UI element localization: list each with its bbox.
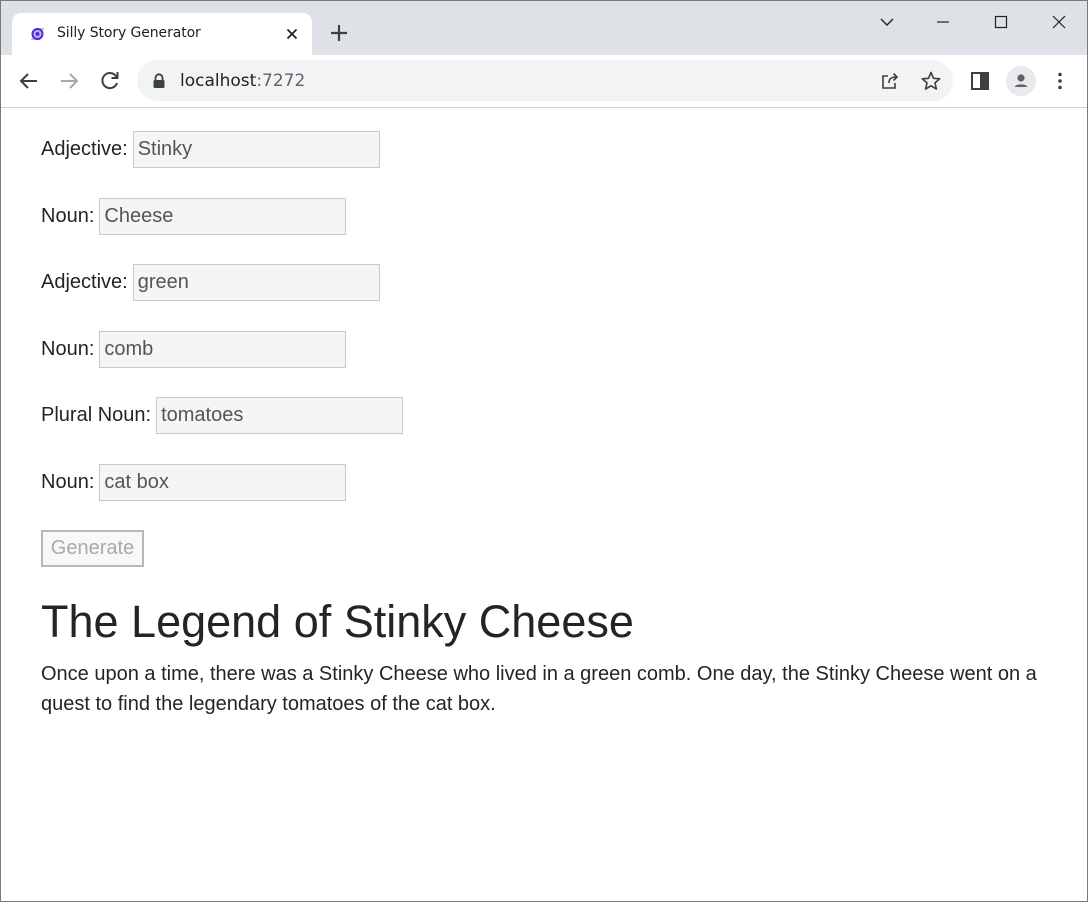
browser-toolbar: localhost:7272 — [1, 55, 1087, 108]
more-vert-icon[interactable] — [1048, 69, 1072, 93]
maximize-icon[interactable] — [988, 9, 1014, 35]
url-text[interactable]: localhost:7272 — [180, 71, 305, 91]
tab-title: Silly Story Generator — [57, 25, 201, 41]
profile-button[interactable] — [1006, 66, 1036, 96]
close-tab-icon[interactable] — [284, 26, 300, 42]
adjective-field-1: Adjective: — [41, 131, 380, 168]
blazor-favicon-icon — [31, 28, 44, 40]
address-bar[interactable]: localhost:7272 — [137, 60, 953, 101]
adjective-input[interactable] — [132, 131, 380, 168]
noun-input[interactable] — [99, 198, 347, 235]
noun-label: Noun: — [41, 471, 95, 493]
browser-window: Silly Story Generator localhost:7272 Adj… — [0, 0, 1088, 902]
noun-label: Noun: — [41, 205, 95, 227]
noun-field-3: Noun: — [41, 464, 347, 501]
close-window-icon[interactable] — [1046, 9, 1072, 35]
star-icon[interactable] — [920, 70, 942, 92]
lock-icon[interactable] — [152, 73, 166, 89]
minimize-icon[interactable] — [930, 9, 956, 35]
url-host: localhost — [180, 71, 257, 91]
tab-search-chevron-down-icon[interactable] — [874, 9, 900, 35]
new-tab-plus-icon[interactable] — [327, 21, 351, 45]
adjective-label: Adjective: — [41, 138, 128, 160]
adjective-input[interactable] — [132, 264, 380, 301]
noun-input[interactable] — [99, 331, 347, 368]
adjective-field-2: Adjective: — [41, 264, 380, 301]
noun-field-2: Noun: — [41, 331, 347, 368]
adjective-label: Adjective: — [41, 271, 128, 293]
share-icon[interactable] — [879, 70, 901, 92]
story-text: Once upon a time, there was a Stinky Che… — [41, 663, 1037, 715]
noun-label: Noun: — [41, 338, 95, 360]
tab-strip: Silly Story Generator — [1, 1, 1087, 55]
url-port: :7272 — [256, 71, 306, 91]
noun-input[interactable] — [99, 464, 347, 501]
page-content: Adjective: Noun: Adjective: Noun: Plural… — [1, 108, 1087, 901]
plural-noun-input[interactable] — [156, 397, 404, 434]
noun-field-1: Noun: — [41, 198, 347, 235]
forward-arrow-icon[interactable] — [56, 68, 82, 94]
back-arrow-icon[interactable] — [16, 68, 42, 94]
browser-tab[interactable]: Silly Story Generator — [12, 13, 312, 55]
reload-icon[interactable] — [97, 68, 123, 94]
profile-icon — [1011, 71, 1031, 91]
side-panel-icon[interactable] — [968, 69, 992, 93]
plural-noun-label: Plural Noun: — [41, 404, 152, 426]
plural-noun-field: Plural Noun: — [41, 397, 404, 434]
story-title: The Legend of Stinky Cheese — [41, 596, 634, 647]
generate-button[interactable]: Generate — [41, 530, 144, 567]
